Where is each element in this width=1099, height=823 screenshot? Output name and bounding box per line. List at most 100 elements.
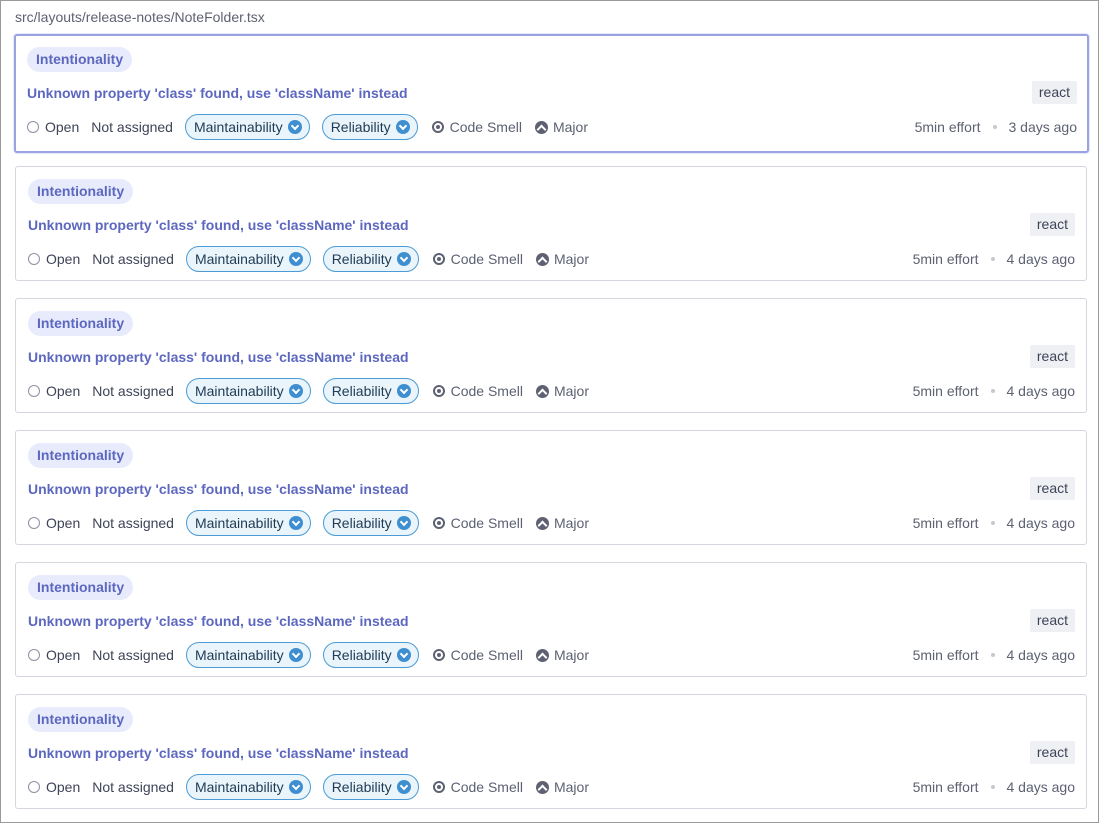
clean-code-attribute-tag[interactable]: Intentionality bbox=[28, 179, 134, 204]
issue-age-link[interactable]: 4 days ago bbox=[1007, 647, 1076, 663]
quality-maintainability-pill[interactable]: Maintainability bbox=[185, 774, 311, 800]
assignee-dropdown[interactable]: Not assigned bbox=[92, 383, 174, 399]
assignee-dropdown[interactable]: Not assigned bbox=[92, 251, 174, 267]
severity-chevron-icon bbox=[395, 120, 410, 134]
issue-age-link[interactable]: 4 days ago bbox=[1007, 251, 1076, 267]
issue-age-link[interactable]: 4 days ago bbox=[1007, 383, 1076, 399]
severity-chevron-icon bbox=[396, 252, 411, 266]
issue-message-link[interactable]: Unknown property 'class' found, use 'cla… bbox=[28, 217, 409, 233]
status-open-icon bbox=[28, 253, 40, 265]
assignee-dropdown[interactable]: Not assigned bbox=[92, 647, 174, 663]
status-open-icon bbox=[28, 385, 40, 397]
issue-severity: Major bbox=[535, 515, 589, 531]
quality-label: Reliability bbox=[331, 383, 392, 399]
assignee-dropdown[interactable]: Not assigned bbox=[92, 515, 174, 531]
assignee-dropdown[interactable]: Not assigned bbox=[92, 779, 174, 795]
issue-type-label: Code Smell bbox=[450, 383, 523, 399]
issue-severity: Major bbox=[535, 251, 589, 267]
status-dropdown[interactable]: Open bbox=[27, 119, 79, 135]
issue-type-label: Code Smell bbox=[449, 119, 522, 135]
file-path: src/layouts/release-notes/NoteFolder.tsx bbox=[15, 9, 265, 25]
quality-label: Maintainability bbox=[194, 251, 284, 267]
code-smell-icon bbox=[431, 121, 444, 133]
quality-maintainability-pill[interactable]: Maintainability bbox=[185, 378, 311, 404]
severity-chevron-icon bbox=[396, 384, 411, 398]
issue-card[interactable]: Intentionality Unknown property 'class' … bbox=[15, 694, 1087, 809]
clean-code-attribute-tag[interactable]: Intentionality bbox=[28, 707, 134, 732]
issue-type: Code Smell bbox=[431, 119, 522, 135]
issue-age-link[interactable]: 4 days ago bbox=[1007, 779, 1076, 795]
clean-code-attribute-tag[interactable]: Intentionality bbox=[27, 47, 133, 72]
effort-label: 5min effort bbox=[912, 515, 979, 531]
issue-message-link[interactable]: Unknown property 'class' found, use 'cla… bbox=[28, 745, 409, 761]
status-label: Open bbox=[46, 779, 81, 795]
quality-reliability-pill[interactable]: Reliability bbox=[322, 774, 419, 800]
clean-code-attribute-tag[interactable]: Intentionality bbox=[28, 443, 134, 468]
issue-card[interactable]: Intentionality Unknown property 'class' … bbox=[15, 562, 1087, 677]
clean-code-attribute-tag[interactable]: Intentionality bbox=[28, 575, 134, 600]
status-open-icon bbox=[28, 517, 40, 529]
quality-maintainability-pill[interactable]: Maintainability bbox=[185, 246, 311, 272]
issue-type-label: Code Smell bbox=[450, 647, 523, 663]
quality-label: Maintainability bbox=[194, 779, 284, 795]
major-severity-icon bbox=[534, 120, 548, 134]
issue-message-link[interactable]: Unknown property 'class' found, use 'cla… bbox=[28, 349, 409, 365]
issue-message-link[interactable]: Unknown property 'class' found, use 'cla… bbox=[27, 85, 408, 101]
quality-maintainability-pill[interactable]: Maintainability bbox=[185, 510, 311, 536]
language-tag[interactable]: react bbox=[1029, 213, 1075, 236]
issue-type: Code Smell bbox=[432, 251, 523, 267]
separator-dot bbox=[990, 653, 995, 657]
quality-reliability-pill[interactable]: Reliability bbox=[322, 510, 419, 536]
status-dropdown[interactable]: Open bbox=[28, 251, 80, 267]
code-smell-icon bbox=[432, 781, 445, 793]
assignee-dropdown[interactable]: Not assigned bbox=[91, 119, 173, 135]
quality-reliability-pill[interactable]: Reliability bbox=[322, 378, 419, 404]
separator-dot bbox=[990, 785, 995, 789]
severity-label: Major bbox=[552, 119, 588, 135]
language-tag[interactable]: react bbox=[1029, 345, 1075, 368]
severity-chevron-icon bbox=[287, 120, 302, 134]
issue-meta-row: Open Not assigned Maintainability Reliab… bbox=[28, 245, 589, 273]
major-severity-icon bbox=[535, 384, 549, 398]
issue-age-link[interactable]: 3 days ago bbox=[1009, 119, 1078, 135]
status-dropdown[interactable]: Open bbox=[28, 779, 80, 795]
quality-label: Maintainability bbox=[194, 515, 284, 531]
language-tag[interactable]: react bbox=[1029, 477, 1075, 500]
language-tag[interactable]: react bbox=[1031, 81, 1077, 104]
issue-card[interactable]: Intentionality Unknown property 'class' … bbox=[15, 430, 1087, 545]
issue-severity: Major bbox=[535, 647, 589, 663]
issue-message-link[interactable]: Unknown property 'class' found, use 'cla… bbox=[28, 481, 409, 497]
issue-meta-row: Open Not assigned Maintainability Reliab… bbox=[28, 641, 589, 669]
issue-meta-row: Open Not assigned Maintainability Reliab… bbox=[27, 113, 588, 141]
quality-reliability-pill[interactable]: Reliability bbox=[322, 246, 419, 272]
issue-severity: Major bbox=[534, 119, 588, 135]
quality-label: Reliability bbox=[331, 515, 392, 531]
separator-dot bbox=[992, 125, 997, 129]
language-tag[interactable]: react bbox=[1029, 609, 1075, 632]
quality-maintainability-pill[interactable]: Maintainability bbox=[184, 114, 310, 140]
issue-type: Code Smell bbox=[432, 515, 523, 531]
status-dropdown[interactable]: Open bbox=[28, 647, 80, 663]
code-smell-icon bbox=[432, 649, 445, 661]
status-label: Open bbox=[46, 251, 81, 267]
language-tag[interactable]: react bbox=[1029, 741, 1075, 764]
clean-code-attribute-tag[interactable]: Intentionality bbox=[28, 311, 134, 336]
issue-card[interactable]: Intentionality Unknown property 'class' … bbox=[15, 166, 1087, 281]
issue-type-label: Code Smell bbox=[450, 515, 523, 531]
issue-right-meta: 5min effort 3 days ago bbox=[915, 113, 1077, 141]
issue-card[interactable]: Intentionality Unknown property 'class' … bbox=[14, 34, 1089, 153]
quality-reliability-pill[interactable]: Reliability bbox=[321, 114, 418, 140]
issue-meta-row: Open Not assigned Maintainability Reliab… bbox=[28, 377, 589, 405]
code-smell-icon bbox=[432, 517, 445, 529]
severity-chevron-icon bbox=[396, 780, 411, 794]
issue-card[interactable]: Intentionality Unknown property 'class' … bbox=[15, 298, 1087, 413]
status-dropdown[interactable]: Open bbox=[28, 383, 80, 399]
status-label: Open bbox=[45, 119, 80, 135]
code-smell-icon bbox=[432, 385, 445, 397]
status-dropdown[interactable]: Open bbox=[28, 515, 80, 531]
issues-panel: src/layouts/release-notes/NoteFolder.tsx… bbox=[0, 0, 1099, 823]
quality-reliability-pill[interactable]: Reliability bbox=[322, 642, 419, 668]
quality-maintainability-pill[interactable]: Maintainability bbox=[185, 642, 311, 668]
issue-message-link[interactable]: Unknown property 'class' found, use 'cla… bbox=[28, 613, 409, 629]
issue-age-link[interactable]: 4 days ago bbox=[1007, 515, 1076, 531]
